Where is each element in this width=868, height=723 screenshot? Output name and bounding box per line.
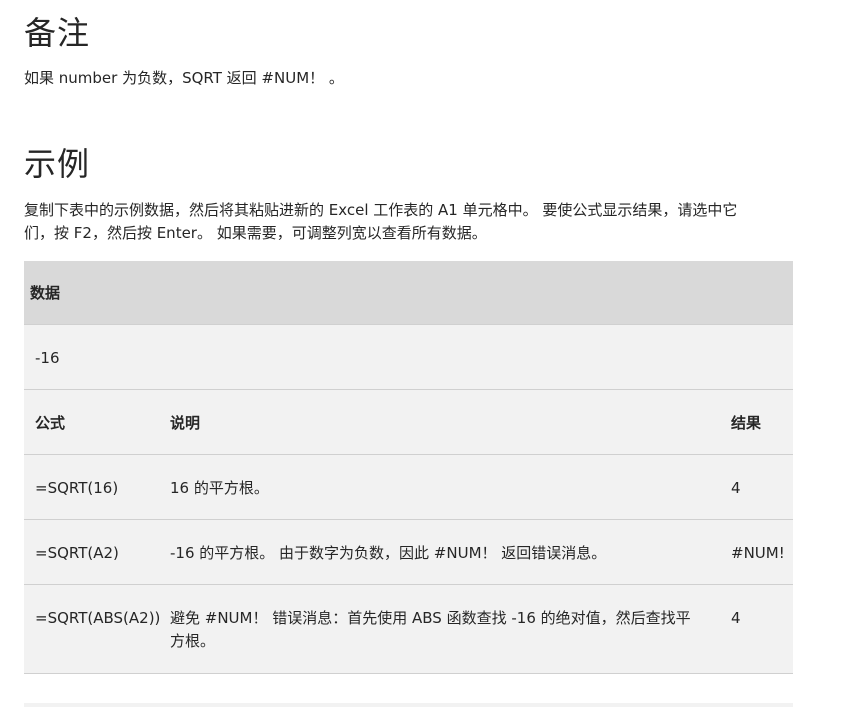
description-cell: -16 的平方根。 由于数字为负数，因此 #NUM！ 返回错误消息。 [170,544,607,562]
description-cell: 避免 #NUM！ 错误消息：首先使用 ABS 函数查找 -16 的绝对值，然后查… [170,607,718,653]
data-header-cell: 数据 [30,284,61,302]
example-intro-line-1: 复制下表中的示例数据，然后将其粘贴进新的 Excel 工作表的 A1 单元格中。… [24,201,738,219]
bottom-divider [24,703,793,707]
result-cell: 4 [731,609,741,627]
example-table: 数据 -16 公式 说明 结果 =SQRT(16) 16 的平方根。 4 =SQ… [24,261,793,674]
formula-cell: =SQRT(ABS(A2)) [35,609,161,627]
table-row: =SQRT(16) 16 的平方根。 4 [24,455,793,520]
data-header-row: 数据 [24,261,793,325]
column-header-description: 说明 [170,414,201,432]
description-line-1: 避免 #NUM！ 错误消息：首先使用 ABS 函数查找 -16 的绝对值，然后查… [170,609,691,627]
column-header-result: 结果 [731,414,762,432]
table-row: =SQRT(A2) -16 的平方根。 由于数字为负数，因此 #NUM！ 返回错… [24,520,793,585]
example-intro: 复制下表中的示例数据，然后将其粘贴进新的 Excel 工作表的 A1 单元格中。… [24,199,784,245]
remarks-text: 如果 number 为负数，SQRT 返回 #NUM！ 。 [24,69,344,87]
example-intro-line-2: 们，按 F2，然后按 Enter。 如果需要，可调整列宽以查看所有数据。 [24,224,487,242]
result-cell: 4 [731,479,741,497]
example-heading: 示例 [24,145,91,183]
formula-cell: =SQRT(16) [35,479,119,497]
table-row: =SQRT(ABS(A2)) 避免 #NUM！ 错误消息：首先使用 ABS 函数… [24,585,793,674]
remarks-heading: 备注 [24,14,91,52]
data-value-row: -16 [24,325,793,390]
column-header-row: 公式 说明 结果 [24,390,793,455]
result-cell: #NUM! [731,544,785,562]
description-cell: 16 的平方根。 [170,479,269,497]
data-value-cell: -16 [35,349,60,367]
formula-cell: =SQRT(A2) [35,544,119,562]
description-line-2: 方根。 [170,632,216,650]
column-header-formula: 公式 [35,414,66,432]
